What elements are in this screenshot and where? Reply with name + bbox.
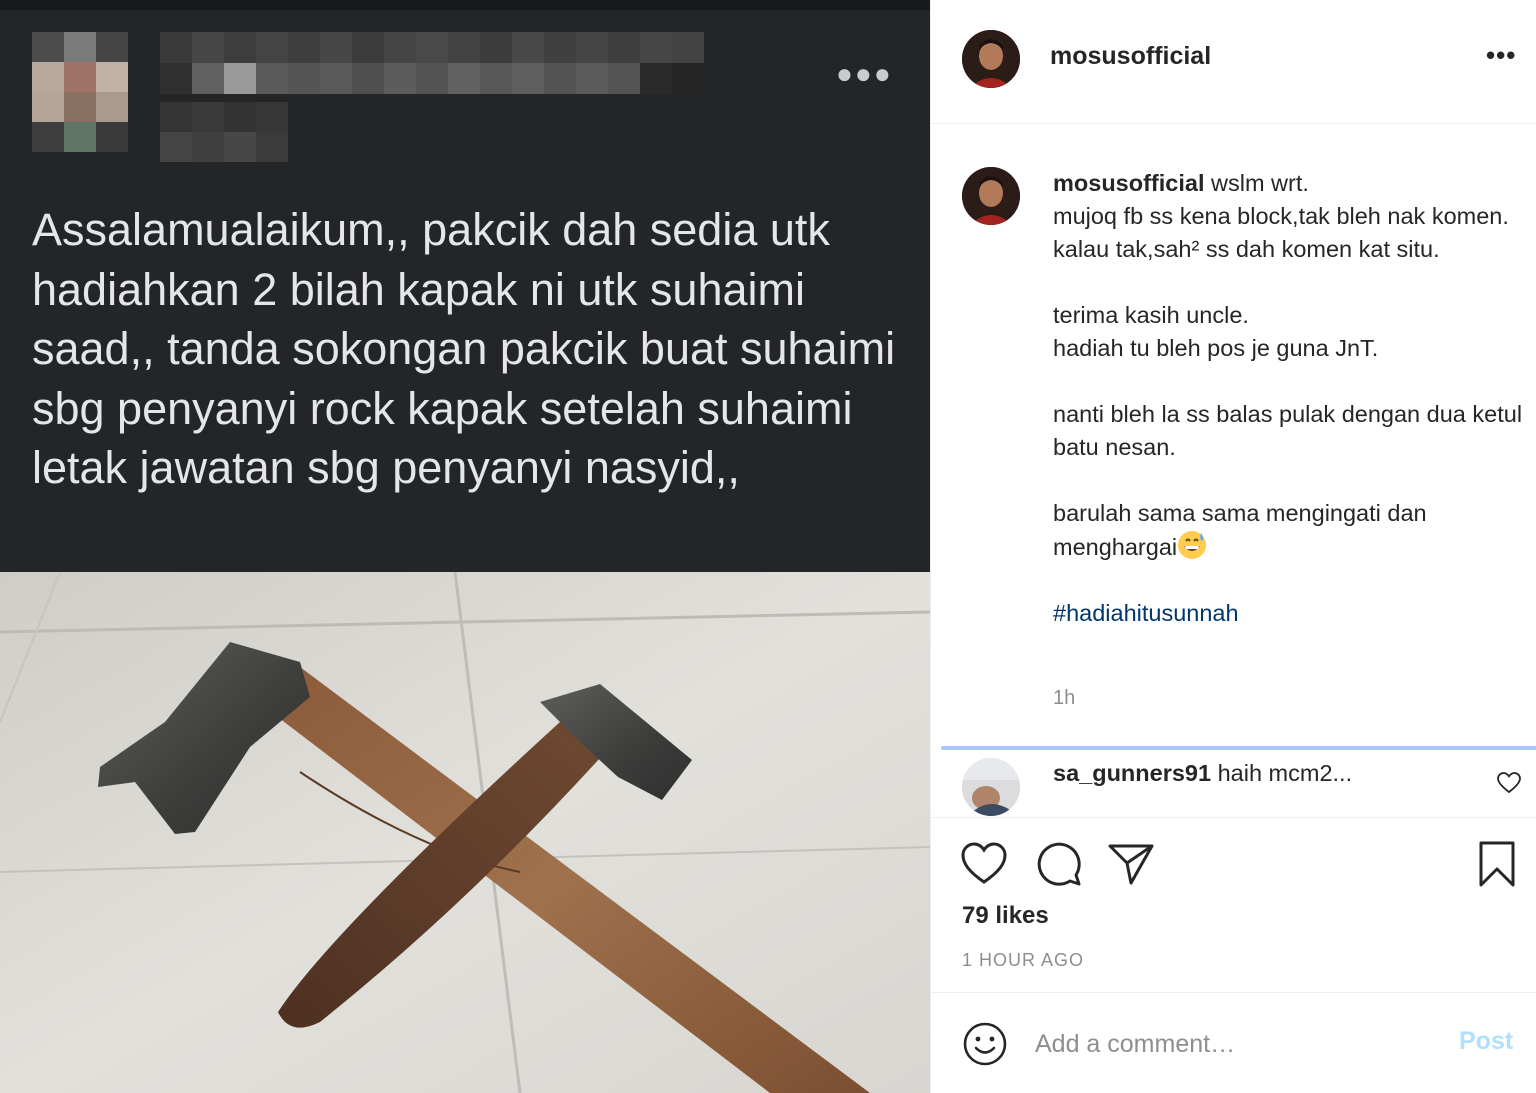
smiley-icon[interactable] (962, 1021, 1008, 1067)
header-username[interactable]: mosusofficial (1050, 42, 1211, 71)
caption-line (1053, 266, 1523, 299)
comment-body: haih mcm2... (1217, 760, 1353, 786)
comment-like-heart-icon[interactable] (1497, 772, 1521, 794)
likes-count[interactable]: 79 likes (962, 902, 1049, 930)
avatar-image (962, 30, 1020, 88)
heart-icon[interactable] (960, 840, 1008, 888)
author-avatar[interactable] (962, 30, 1020, 88)
caption-username[interactable]: mosusofficial (1053, 170, 1204, 196)
action-bar (931, 820, 1536, 910)
axes-photo (0, 572, 930, 1093)
caption-line: terima kasih uncle. (1053, 302, 1249, 328)
caption-text: mosusofficial wslm wrt. mujoq fb ss kena… (1053, 167, 1523, 630)
avatar-image (962, 758, 1020, 816)
caption-time[interactable]: 1h (1053, 687, 1075, 710)
caption-line: nanti bleh la ss balas pulak dengan dua … (1053, 401, 1523, 460)
facebook-screenshot: ●●● Assalamualaikum,, pakcik dah sedia u… (0, 0, 930, 572)
caption-line (1053, 464, 1523, 497)
caption-line: mujoq fb ss kena block,tak bleh nak kome… (1053, 203, 1509, 229)
post-header: mosusofficial ••• (931, 0, 1536, 124)
post-comment-button[interactable]: Post (1459, 1027, 1513, 1056)
ellipsis-icon[interactable]: ••• (1486, 40, 1516, 71)
comment-row: sa_gunners91 haih mcm2... (931, 750, 1536, 818)
post-sidebar: mosusofficial ••• mosusofficial wslm wrt… (930, 0, 1536, 1093)
blurred-timestamp (160, 102, 288, 162)
fb-post-text: Assalamualaikum,, pakcik dah sedia utk h… (32, 204, 896, 493)
caption-line: kalau tak,sah² ss dah komen kat situ. (1053, 236, 1440, 262)
caption-line: barulah sama sama mengingati dan menghar… (1053, 500, 1427, 560)
bookmark-icon[interactable] (1473, 840, 1521, 888)
fb-more-icon: ●●● (836, 58, 893, 89)
comment-username[interactable]: sa_gunners91 (1053, 760, 1211, 786)
grinning-sweat-emoji-icon (1178, 531, 1207, 559)
commenter-avatar[interactable] (962, 758, 1020, 816)
comment-text: sa_gunners91 haih mcm2... (1053, 760, 1352, 787)
add-comment-bar: Post (931, 992, 1536, 1093)
blurred-name (160, 32, 704, 94)
caption-line (1053, 365, 1523, 398)
caption-line: hadiah tu bleh pos je guna JnT. (1053, 335, 1379, 361)
caption-hashtag[interactable]: #hadiahitusunnah (1053, 597, 1523, 630)
caption-area: mosusofficial wslm wrt. mujoq fb ss kena… (931, 125, 1536, 745)
caption-avatar[interactable] (962, 167, 1020, 225)
blurred-avatar (32, 32, 128, 152)
paper-plane-icon[interactable] (1107, 840, 1155, 888)
post-media: ●●● Assalamualaikum,, pakcik dah sedia u… (0, 0, 930, 1093)
posted-time[interactable]: 1 HOUR AGO (962, 950, 1084, 971)
comment-bubble-icon[interactable] (1035, 840, 1083, 888)
avatar-image (962, 167, 1020, 225)
caption-line: wslm wrt. (1211, 170, 1309, 196)
comment-input[interactable] (1035, 1023, 1435, 1065)
